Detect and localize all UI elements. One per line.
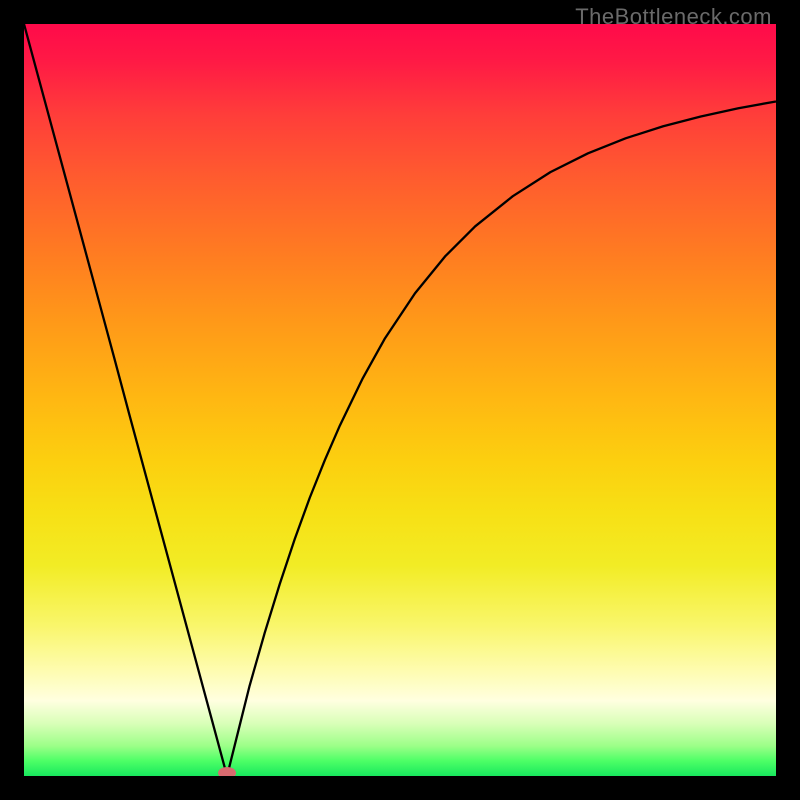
watermark-text: TheBottleneck.com — [575, 4, 772, 30]
chart-frame: TheBottleneck.com — [0, 0, 800, 800]
bottleneck-curve — [24, 24, 776, 776]
plot-area — [24, 24, 776, 776]
